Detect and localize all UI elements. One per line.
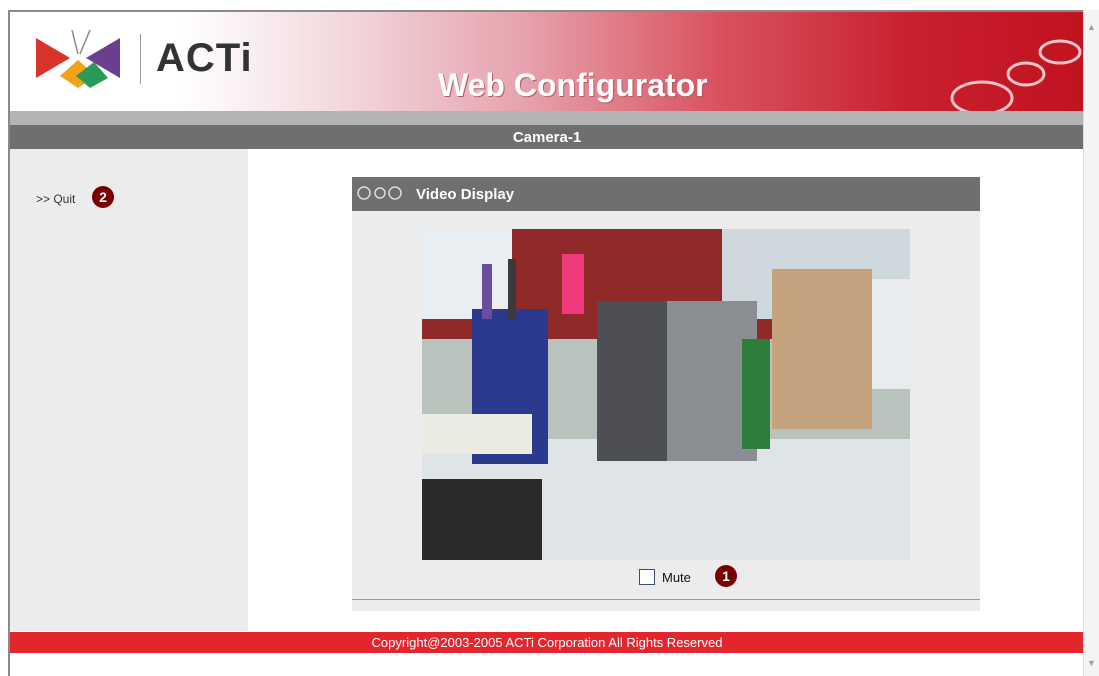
- rings-decoration-icon: [950, 39, 1082, 116]
- video-stream: [422, 229, 910, 560]
- vertical-scrollbar[interactable]: ▲ ▼: [1083, 10, 1099, 676]
- logo-text: ACTi: [156, 36, 253, 80]
- browser-frame: ACTi Web Configurator Camera-1 >> Quit 2…: [8, 10, 1084, 676]
- app-title: Web Configurator: [438, 67, 708, 103]
- mute-checkbox[interactable]: [639, 569, 655, 585]
- video-display-title: Video Display: [416, 186, 515, 203]
- camera-name: Camera-1: [512, 129, 582, 146]
- panel-rings-icon: [357, 186, 402, 200]
- quit-link[interactable]: >> Quit: [36, 192, 75, 206]
- video-display-header: Video Display: [352, 177, 980, 211]
- sidebar: >> Quit 2: [10, 149, 248, 631]
- callout-badge-2: 2: [92, 186, 114, 208]
- footer-bar: Copyright@2003-2005 ACTi Corporation All…: [10, 632, 1084, 653]
- video-display-panel: Video Display Mute 1: [352, 177, 980, 611]
- logo-separator: [140, 34, 141, 84]
- copyright-text: Copyright@2003-2005 ACTi Corporation All…: [371, 635, 723, 650]
- header-banner: ACTi Web Configurator: [10, 12, 1084, 116]
- scroll-down-arrow-icon[interactable]: ▼: [1086, 658, 1097, 669]
- mute-label: Mute: [662, 570, 691, 585]
- acti-logo-icon: [36, 29, 120, 88]
- scroll-up-arrow-icon[interactable]: ▲: [1086, 22, 1097, 33]
- callout-badge-1: 1: [715, 565, 737, 587]
- panel-divider: [352, 599, 980, 600]
